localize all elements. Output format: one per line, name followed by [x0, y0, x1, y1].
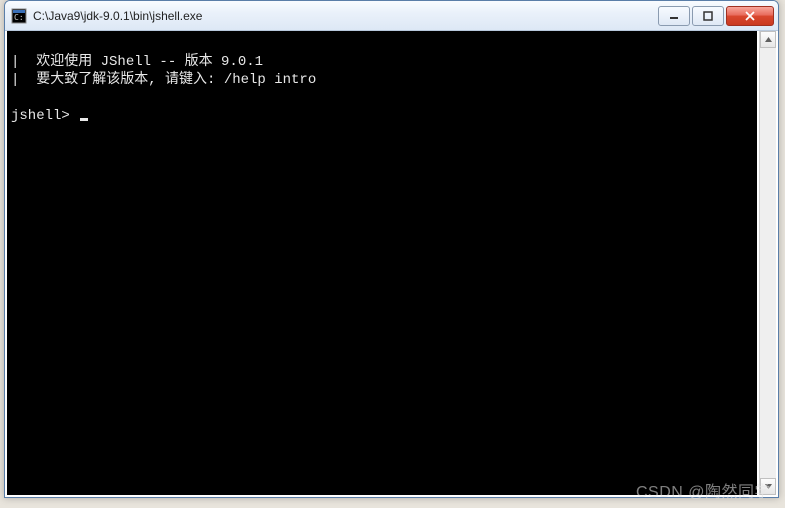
- minimize-button[interactable]: [658, 6, 690, 26]
- close-icon: [744, 11, 756, 21]
- scroll-track[interactable]: [760, 48, 776, 478]
- maximize-icon: [703, 11, 713, 21]
- help-line: 要大致了解该版本, 请键入: /help intro: [36, 72, 316, 88]
- vertical-scrollbar[interactable]: [759, 31, 776, 495]
- line-prefix: |: [11, 72, 36, 88]
- window-controls: [656, 6, 774, 26]
- app-window: C: C:\Java9\jdk-9.0.1\bin\jshell.exe | 欢…: [4, 0, 779, 498]
- terminal-area: | 欢迎使用 JShell -- 版本 9.0.1 | 要大致了解该版本, 请键…: [5, 31, 778, 497]
- minimize-icon: [669, 11, 679, 21]
- close-button[interactable]: [726, 6, 774, 26]
- chevron-up-icon: [764, 35, 773, 44]
- maximize-button[interactable]: [692, 6, 724, 26]
- welcome-line: 欢迎使用 JShell -- 版本 9.0.1: [36, 54, 263, 70]
- prompt: jshell>: [11, 108, 78, 124]
- svg-text:C:: C:: [14, 13, 24, 22]
- window-title: C:\Java9\jdk-9.0.1\bin\jshell.exe: [33, 9, 656, 23]
- line-prefix: |: [11, 54, 36, 70]
- terminal-output[interactable]: | 欢迎使用 JShell -- 版本 9.0.1 | 要大致了解该版本, 请键…: [7, 31, 757, 495]
- title-bar[interactable]: C: C:\Java9\jdk-9.0.1\bin\jshell.exe: [5, 1, 778, 31]
- cursor: [80, 118, 88, 121]
- scroll-up-button[interactable]: [760, 31, 776, 48]
- chevron-down-icon: [764, 482, 773, 491]
- app-icon: C:: [11, 8, 27, 24]
- scroll-down-button[interactable]: [760, 478, 776, 495]
